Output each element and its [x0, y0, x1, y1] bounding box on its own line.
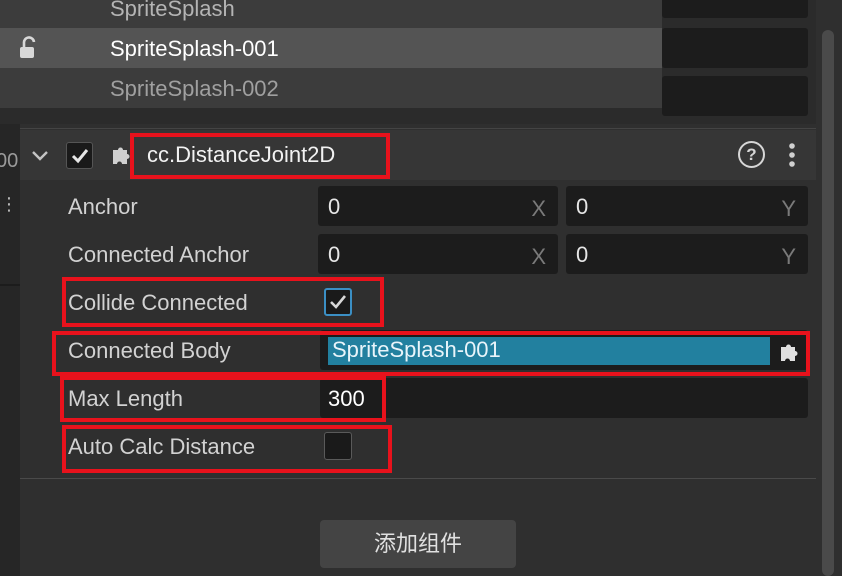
max-length-input[interactable] [320, 378, 808, 418]
left-edge-panel [0, 124, 20, 576]
checkmark-icon [71, 149, 89, 164]
highlight-box [52, 331, 810, 376]
highlight-box [62, 425, 392, 473]
connected-anchor-x-input[interactable]: 0 X [318, 234, 558, 274]
node-dropdown-list: SpriteSplash SpriteSplash-001 SpriteSpla… [0, 0, 662, 108]
background-field [662, 0, 808, 18]
background-field [662, 76, 808, 116]
dropdown-option-selected[interactable]: SpriteSplash-001 [0, 28, 662, 68]
connected-anchor-y-value: 0 [576, 242, 589, 267]
dropdown-option-label: SpriteSplash-001 [110, 36, 279, 61]
scrollbar-thumb[interactable] [822, 30, 834, 576]
anchor-label: Anchor [68, 194, 138, 219]
highlight-box [130, 133, 390, 179]
anchor-x-input[interactable]: 0 X [318, 186, 558, 226]
dropdown-option[interactable]: SpriteSplash-002 [0, 68, 662, 108]
more-vertical-icon[interactable] [784, 141, 800, 169]
anchor-y-input[interactable]: 0 Y [566, 186, 808, 226]
anchor-y-value: 0 [576, 194, 589, 219]
lock-open-icon[interactable] [16, 36, 40, 60]
panel-divider [20, 128, 816, 129]
axis-x-label: X [531, 244, 546, 269]
section-divider [20, 478, 816, 479]
dropdown-option[interactable]: SpriteSplash [0, 0, 662, 26]
left-edge-menu-icon[interactable]: ⋮ [0, 194, 18, 215]
anchor-x-value: 0 [328, 194, 341, 219]
add-component-button[interactable]: 添加组件 [320, 520, 516, 568]
help-icon[interactable]: ? [738, 141, 765, 168]
connected-anchor-x-value: 0 [328, 242, 341, 267]
axis-y-label: Y [781, 244, 796, 269]
left-edge-divider [0, 284, 20, 286]
dropdown-option-label: SpriteSplash [110, 0, 235, 21]
highlight-box [60, 376, 386, 422]
connected-anchor-label: Connected Anchor [68, 242, 250, 267]
left-edge-text: 00 [0, 150, 19, 172]
dropdown-option-label: SpriteSplash-002 [110, 76, 279, 101]
component-enabled-checkbox[interactable] [66, 142, 93, 169]
connected-anchor-y-input[interactable]: 0 Y [566, 234, 808, 274]
background-fields [662, 0, 808, 120]
highlight-box [62, 277, 384, 327]
axis-y-label: Y [781, 196, 796, 221]
chevron-down-icon[interactable] [30, 145, 50, 165]
background-field [662, 28, 808, 68]
axis-x-label: X [531, 196, 546, 221]
